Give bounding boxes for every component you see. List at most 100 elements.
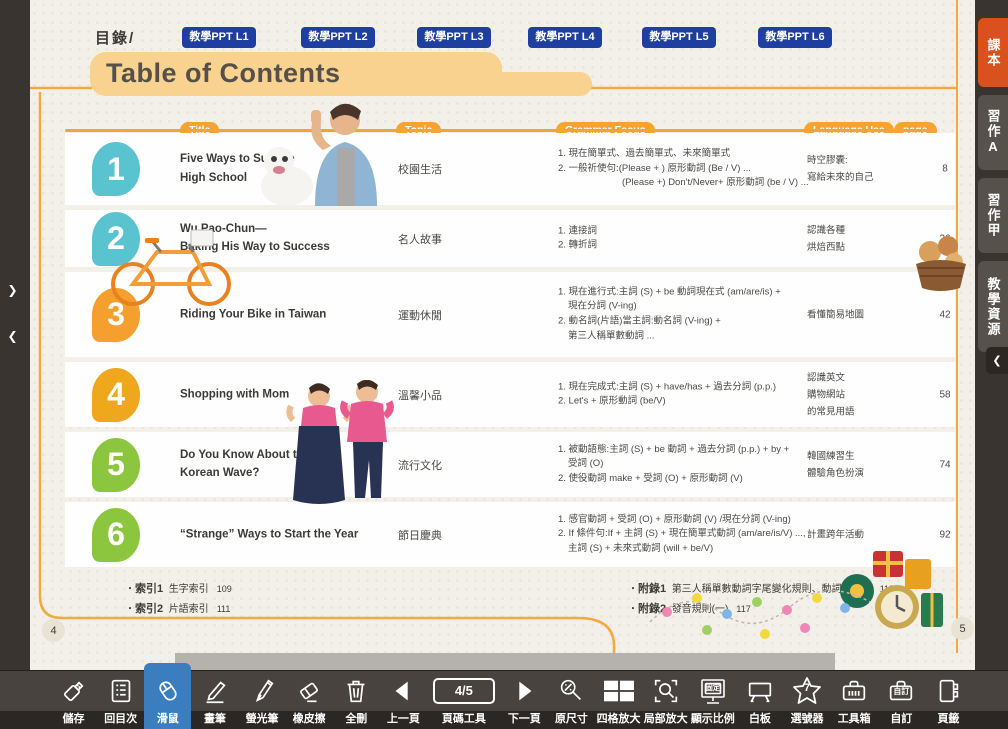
appendix-item-1: ・附錄1 第三人稱單數動詞字尾變化規則、動詞三態表112 — [628, 580, 894, 596]
unit6-title: “Strange” Ways to Start the Year — [180, 525, 385, 544]
tool-page-tabs[interactable]: 頁籤 — [925, 671, 972, 729]
page-number-left: 4 — [42, 619, 65, 642]
toc-row-unit1: 1 Five Ways to SurviveHigh School 校園生活 1… — [65, 133, 955, 205]
unit1-language-use: 時空膠囊:寫給未來的自己 — [807, 152, 922, 186]
tool-back-to-contents[interactable]: 回目次 — [97, 671, 144, 729]
unit4-grammar: 1. 現在完成式:主詞 (S) + have/has + 過去分詞 (p.p.)… — [558, 380, 813, 409]
unit1-page: 8 — [925, 164, 965, 175]
unit1-number: 1 — [92, 142, 140, 196]
tab-workbook-jia[interactable]: 習作甲 — [978, 178, 1008, 253]
unit4-title: Shopping with Mom — [180, 385, 385, 404]
tabs-collapse-button[interactable]: ❮ — [986, 347, 1008, 374]
unit4-language-use: 認識英文購物網站的常見用語 — [807, 369, 922, 420]
ppt-button-l5[interactable]: 教學PPT L5 — [642, 27, 716, 48]
chevron-left-icon: ❮ — [992, 354, 1001, 367]
tab-teaching-resources[interactable]: 教學資源 — [978, 261, 1008, 352]
tab-textbook[interactable]: 課本 — [978, 18, 1008, 87]
tool-mouse[interactable]: 滑鼠 — [144, 663, 191, 729]
unit2-number: 2 — [92, 212, 140, 266]
unit2-language-use: 認識各種烘焙西點 — [807, 221, 922, 255]
tool-save[interactable]: 儲存 — [50, 671, 97, 729]
unit6-topic: 節日慶典 — [398, 527, 493, 543]
tool-custom[interactable]: 自訂 自訂 — [878, 671, 925, 729]
tool-pen[interactable]: 畫筆 — [191, 671, 238, 729]
unit6-number: 6 — [92, 508, 140, 562]
tool-highlighter[interactable]: 螢光筆 — [239, 671, 286, 729]
tool-number-picker[interactable]: 7 選號器 — [784, 671, 831, 729]
toc-row-unit3: 3 Riding Your Bike in Taiwan 運動休閒 1. 現在進… — [65, 272, 955, 357]
ppt-button-l6[interactable]: 教學PPT L6 — [758, 27, 832, 48]
page-number-right: 5 — [951, 617, 974, 640]
highlighter-icon — [247, 671, 277, 710]
star-number-icon: 7 — [791, 671, 823, 710]
unit3-language-use: 看懂簡易地圖 — [807, 306, 922, 323]
unit5-number: 5 — [92, 438, 140, 492]
index-item-2: ・索引2 片語索引111 — [125, 600, 230, 616]
trash-icon — [341, 671, 371, 710]
tool-display-ratio[interactable]: 固定 顯示比例 — [689, 671, 736, 729]
nav-arrow-right-button[interactable]: ❯ — [2, 277, 23, 302]
tool-quad-zoom[interactable]: 四格放大 — [595, 671, 642, 729]
tool-page-indicator[interactable]: 4/5 頁碼工具 — [427, 671, 501, 729]
eraser-icon — [294, 671, 324, 710]
quad-zoom-icon — [602, 671, 636, 710]
pen-icon — [200, 671, 230, 710]
zoom-percent-icon — [556, 671, 586, 710]
unit5-page: 74 — [925, 459, 965, 470]
unit2-title: Wu Pao-Chun—Baking His Way to Success — [180, 220, 385, 258]
ppt-button-l1[interactable]: 教學PPT L1 — [182, 27, 256, 48]
unit2-page: 26 — [925, 233, 965, 244]
tool-area-zoom[interactable]: 局部放大 — [642, 671, 689, 729]
unit3-topic: 運動休閒 — [398, 307, 493, 323]
ppt-button-l2[interactable]: 教學PPT L2 — [301, 27, 375, 48]
unit5-title: Do You Know About theKorean Wave? — [180, 446, 385, 484]
unit4-topic: 溫馨小品 — [398, 387, 493, 403]
toc-row-unit4: 4 Shopping with Mom 溫馨小品 1. 現在完成式:主詞 (S)… — [65, 362, 955, 427]
unit5-grammar: 1. 被動語態:主詞 (S) + be 動詞 + 過去分詞 (p.p.) + b… — [558, 442, 813, 486]
next-page-icon — [509, 671, 539, 710]
index-item-1: ・索引1 生字索引109 — [125, 580, 232, 596]
unit1-topic: 校園生活 — [398, 161, 493, 177]
usb-icon — [59, 671, 89, 710]
page-title: Table of Contents — [106, 58, 341, 89]
toc-row-unit6: 6 “Strange” Ways to Start the Year 節日慶典 … — [65, 502, 955, 567]
area-zoom-icon — [651, 671, 681, 710]
toolbox-icon — [839, 671, 869, 710]
mouse-icon — [153, 671, 183, 710]
tool-prev-page[interactable]: 上一頁 — [380, 671, 427, 729]
unit6-page: 92 — [925, 529, 965, 540]
book-tabs-strip: 課本 習作A 習作甲 教學資源 ❮ — [975, 0, 1008, 670]
unit3-grammar: 1. 現在進行式:主詞 (S) + be 動詞現在式 (am/are/is) +… — [558, 285, 813, 344]
unit6-grammar: 1. 感官動詞 + 受詞 (O) + 原形動詞 (V) /現在分詞 (V-ing… — [558, 512, 813, 556]
page-indicator-value: 4/5 — [433, 678, 495, 704]
bottom-toolbar: 儲存 回目次 滑鼠 畫筆 螢光筆 — [0, 670, 1008, 729]
unit3-title: Riding Your Bike in Taiwan — [180, 305, 385, 324]
unit1-title: Five Ways to SurviveHigh School — [180, 150, 385, 188]
unit1-grammar: 1. 現在簡單式、過去簡單式、未來簡單式 2. 一般祈使句:(Please + … — [558, 147, 813, 191]
unit5-topic: 流行文化 — [398, 457, 493, 473]
nav-arrow-left-button[interactable]: ❮ — [2, 323, 23, 348]
unit2-grammar: 1. 連接詞 2. 轉折詞 — [558, 224, 813, 253]
chevron-left-icon: ❮ — [7, 329, 17, 343]
unit3-page: 42 — [925, 309, 965, 320]
ppt-button-l4[interactable]: 教學PPT L4 — [528, 27, 602, 48]
chevron-right-icon: ❯ — [7, 283, 17, 297]
contents-icon — [106, 671, 136, 710]
tool-next-page[interactable]: 下一頁 — [501, 671, 548, 729]
page-indicator-box: 4/5 — [433, 671, 495, 710]
tool-toolbox[interactable]: 工具箱 — [831, 671, 878, 729]
tool-whiteboard[interactable]: 白板 — [736, 671, 783, 729]
header-underline — [65, 129, 937, 132]
ppt-button-l3[interactable]: 教學PPT L3 — [417, 27, 491, 48]
unit2-topic: 名人故事 — [398, 231, 493, 247]
toc-row-unit5: 5 Do You Know About theKorean Wave? 流行文化… — [65, 432, 955, 497]
unit6-language-use: 計畫跨年活動 — [807, 526, 922, 543]
tab-workbook-a[interactable]: 習作A — [978, 95, 1008, 170]
tool-delete-all[interactable]: 全刪 — [333, 671, 380, 729]
tool-eraser[interactable]: 橡皮擦 — [286, 671, 333, 729]
tool-original-size[interactable]: 原尺寸 — [548, 671, 595, 729]
section-label: 目錄/ — [95, 27, 135, 48]
unit3-number: 3 — [92, 288, 140, 342]
custom-toolbox-icon: 自訂 — [886, 671, 916, 710]
unit4-number: 4 — [92, 368, 140, 422]
